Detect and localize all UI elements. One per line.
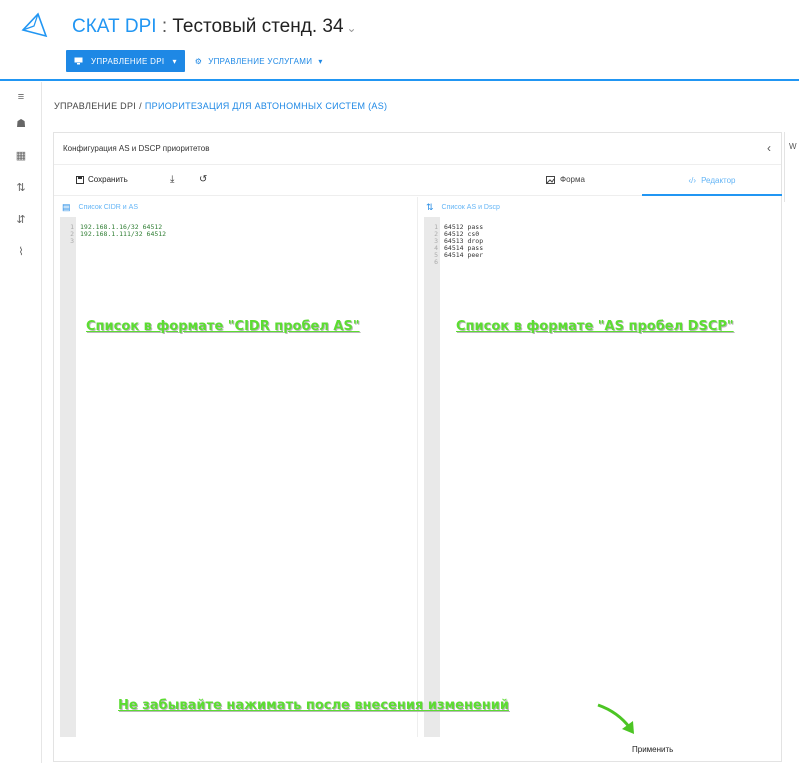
sort-numeric-icon[interactable]: ⇵ — [0, 210, 42, 228]
header-divider — [0, 79, 799, 81]
floppy-icon — [76, 175, 84, 184]
code-line[interactable]: 64512 pass — [444, 224, 776, 231]
card-toolbar: Сохранить ⤓ ↺ Форма ‹/› Редактор — [54, 166, 782, 196]
pane-title: Список AS и Dscp — [441, 203, 500, 211]
cidr-as-pane: ▤ Список CIDR и AS 1 2 3 192.168.1.16/32… — [54, 197, 418, 737]
arrow-icon — [597, 703, 634, 734]
breadcrumb: УПРАВЛЕНИЕ DPI / ПРИОРИТЕЗАЦИЯ ДЛЯ АВТОНОМ… — [54, 101, 387, 111]
save-label: Сохранить — [88, 175, 128, 184]
breadcrumb-current: ПРИОРИТЕЗАЦИЯ ДЛЯ АВТОНОМНЫХ СИСТЕМ (AS) — [144, 101, 388, 111]
line-gutter: 1 2 3 — [60, 217, 76, 737]
pane-header: ▤ Список CIDR и AS — [54, 197, 417, 217]
code-line[interactable]: 64512 cs0 — [444, 231, 776, 238]
chevron-down-icon[interactable]: ⌄ — [347, 21, 357, 35]
editor-body[interactable]: 192.168.1.16/32 64512 192.168.1.111/32 6… — [76, 217, 414, 737]
sidebar-rail: ≡ ☗ ▦ ⇅ ⇵ ⌇ — [0, 82, 42, 763]
undo-icon[interactable]: ↺ — [199, 174, 207, 185]
app-header: СКАТ DPI : Тестовый стенд. 34 ⌄ УПРАВЛЕНИ… — [0, 0, 799, 82]
download-icon[interactable]: ⤓ — [170, 174, 174, 185]
annotation-bottom: Не забывайте нажимать после внесения изм… — [118, 698, 509, 713]
line-number: 3 — [70, 237, 74, 245]
breadcrumb-root[interactable]: УПРАВЛЕНИЕ DPI — [54, 101, 136, 111]
line-gutter: 1 2 3 4 5 6 — [424, 217, 440, 737]
logo-icon[interactable] — [20, 12, 50, 38]
tab-editor[interactable]: ‹/› Редактор — [642, 166, 782, 196]
code-line[interactable]: 64514 pass — [444, 245, 776, 252]
code-line[interactable]: 192.168.1.111/32 64512 — [80, 231, 414, 238]
cidr-as-editor[interactable]: 1 2 3 192.168.1.16/32 64512 192.168.1.11… — [60, 217, 414, 737]
code-icon: ‹/› — [688, 175, 697, 185]
image-icon — [546, 175, 555, 184]
line-number: 6 — [434, 258, 438, 266]
nav-dpi-management-button[interactable]: УПРАВЛЕНИЕ DPI ▾ — [66, 50, 185, 72]
code-line[interactable]: 64513 drop — [444, 238, 776, 245]
editor-body[interactable]: 64512 pass 64512 cs0 64513 drop 64514 pa… — [440, 217, 776, 737]
code-line[interactable]: 64514 peer — [444, 252, 776, 259]
tab-form[interactable]: Форма — [546, 175, 585, 184]
code-area[interactable]: 192.168.1.16/32 64512 192.168.1.111/32 6… — [76, 217, 414, 238]
tab-editor-label: Редактор — [701, 175, 736, 185]
title-separator: : — [156, 16, 173, 37]
stand-selector[interactable]: Тестовый стенд. 34 — [172, 16, 343, 37]
sort-icon[interactable]: ⇅ — [0, 178, 42, 196]
chart-icon[interactable]: ⌇ — [0, 242, 42, 260]
save-button[interactable]: Сохранить — [76, 175, 128, 184]
breadcrumb-separator: / — [139, 101, 142, 111]
cogs-icon: ⚙ — [194, 56, 203, 66]
pane-title: Список CIDR и AS — [78, 203, 138, 211]
table-icon[interactable]: ▦ — [0, 146, 42, 164]
app-title: СКАТ DPI : Тестовый стенд. 34 ⌄ — [72, 16, 357, 38]
list-icon: ▤ — [62, 201, 71, 212]
sort-icon: ⇅ — [426, 201, 434, 212]
config-card: Конфигурация AS и DSCP приоритетов ‹ Сох… — [53, 132, 782, 762]
dashboard-icon[interactable]: ☗ — [0, 114, 42, 132]
as-dscp-pane: ⇅ Список AS и Dscp 1 2 3 4 5 6 64512 pas… — [418, 197, 781, 737]
nav-services-label: УПРАВЛЕНИЕ УСЛУГАМИ — [208, 56, 313, 66]
brand-name: СКАТ DPI — [72, 16, 157, 37]
annotation-left: Список в формате "CIDR пробел AS" — [86, 319, 360, 334]
caret-down-icon: ▾ — [318, 56, 323, 66]
top-nav: УПРАВЛЕНИЕ DPI ▾ ⚙ УПРАВЛЕНИЕ УСЛУГАМИ ▾ — [66, 50, 333, 72]
nav-dpi-label: УПРАВЛЕНИЕ DPI — [91, 56, 165, 66]
tab-form-label: Форма — [560, 175, 585, 184]
card-header: Конфигурация AS и DSCP приоритетов ‹ — [54, 133, 781, 165]
side-panel-edge: W — [784, 132, 799, 202]
nav-services-management-button[interactable]: ⚙ УПРАВЛЕНИЕ УСЛУГАМИ ▾ — [185, 50, 333, 72]
apply-button[interactable]: Применить — [632, 745, 673, 754]
pane-header: ⇅ Список AS и Dscp — [418, 197, 781, 217]
menu-icon[interactable]: ≡ — [0, 88, 42, 106]
collapse-icon[interactable]: ‹ — [767, 141, 771, 155]
code-area[interactable]: 64512 pass 64512 cs0 64513 drop 64514 pa… — [440, 217, 776, 259]
annotation-right: Список в формате "AS пробел DSCP" — [456, 319, 734, 334]
caret-down-icon: ▾ — [172, 56, 177, 66]
side-panel-label: W — [789, 142, 797, 151]
card-title: Конфигурация AS и DSCP приоритетов — [63, 144, 210, 153]
as-dscp-editor[interactable]: 1 2 3 4 5 6 64512 pass 64512 cs0 64513 d… — [424, 217, 776, 737]
monitor-icon — [74, 57, 83, 65]
